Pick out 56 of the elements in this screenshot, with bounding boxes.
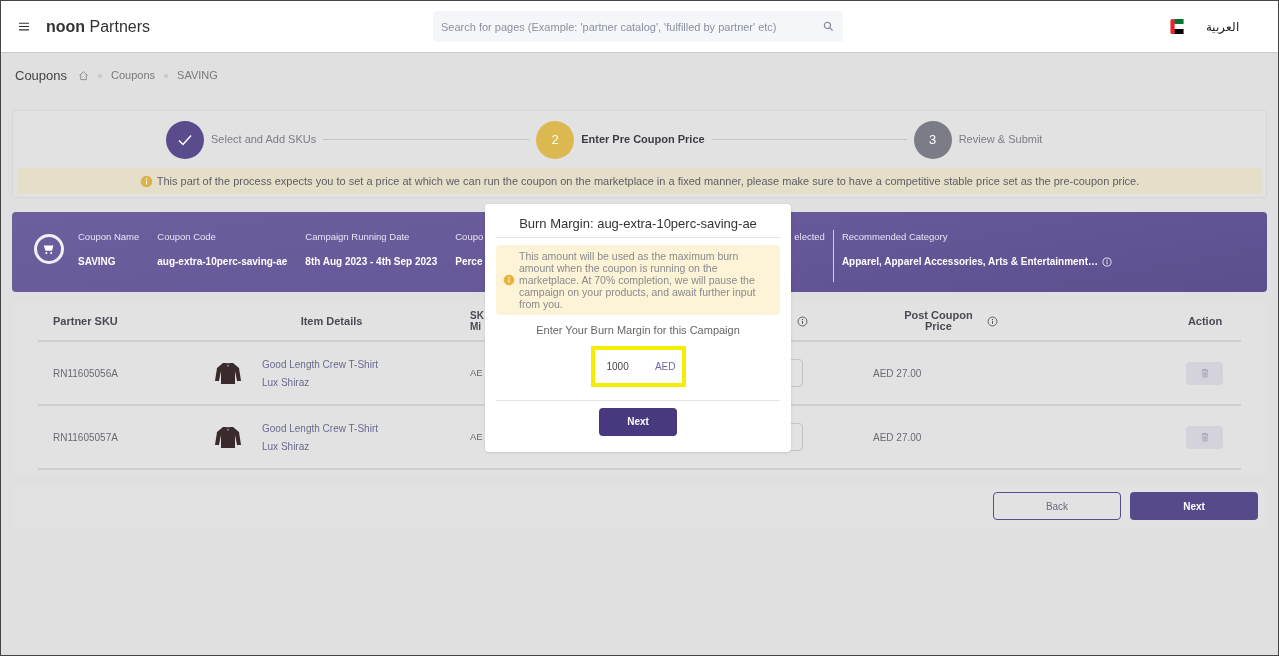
- sku-cell-text: RN11605056A: [52, 366, 119, 381]
- product-name[interactable]: Good Length Crew T-Shirt: [262, 356, 378, 372]
- dialog-next-button[interactable]: Next: [599, 407, 677, 436]
- product-name[interactable]: Good Length Crew T-Shirt: [262, 420, 378, 436]
- field-label: Coupo: [455, 230, 485, 244]
- delete-button[interactable]: [1186, 361, 1223, 385]
- field-label: Recommended Category: [841, 230, 949, 244]
- info-icon: [139, 174, 153, 188]
- burn-margin-label: Enter Your Burn Margin for this Campaign: [535, 323, 741, 338]
- next-button[interactable]: Next: [1130, 492, 1258, 520]
- delete-button[interactable]: [1186, 425, 1223, 449]
- post-price-cell-text: AED 27.00: [872, 430, 923, 445]
- notice-text: This part of the process expects you to set a price at which we can run the coupon on the marketplace in a fixed manner, please make sure to have a competitive stable price set as the pre-coupon price.: [156, 173, 1140, 189]
- column-header: SK Mi: [470, 310, 484, 332]
- info-icon: [986, 315, 998, 327]
- brand-name: Lux Shiraz: [262, 375, 311, 390]
- currency-suffix: AED: [654, 359, 676, 374]
- column-header: Post Coupon Price: [903, 310, 974, 332]
- field-label: Coupon Code: [157, 230, 217, 244]
- field-value: Perce: [455, 255, 483, 270]
- back-button[interactable]: Back: [993, 492, 1121, 520]
- field-value: Apparel, Apparel Accessories, Arts & Entertainment…: [841, 255, 1099, 270]
- cart-icon: [34, 234, 64, 264]
- search-field[interactable]: Search for pages (Example: 'partner catalog', 'fulfilled by partner' etc): [433, 11, 843, 42]
- trash-icon: [1200, 432, 1209, 442]
- table-cell-text: AE: [470, 429, 484, 444]
- language-link[interactable]: العربية: [1206, 17, 1239, 36]
- column-header: Action: [1186, 313, 1224, 329]
- column-header: Partner SKU: [52, 313, 119, 329]
- step-label: Select and Add SKUs: [211, 132, 317, 148]
- logo[interactable]: noon Partners: [46, 14, 150, 39]
- table-cell-text: AE: [470, 365, 484, 380]
- home-icon[interactable]: [78, 70, 90, 81]
- page-title: Coupons: [15, 66, 68, 85]
- search-icon[interactable]: [823, 21, 834, 32]
- breadcrumb-separator: [164, 73, 169, 78]
- breadcrumb-item: SAVING: [177, 68, 218, 84]
- info-icon: [796, 315, 808, 327]
- step-label: Review & Submit: [958, 132, 1043, 148]
- sku-cell-text: RN11605057A: [52, 430, 119, 445]
- menu-icon[interactable]: [19, 22, 29, 31]
- brand-name: Lux Shiraz: [262, 439, 311, 454]
- trash-icon: [1200, 368, 1209, 378]
- field-label: elected: [794, 230, 825, 244]
- field-value: SAVING: [78, 255, 116, 270]
- dialog-title: Burn Margin: aug-extra-10perc-saving-ae: [496, 214, 780, 238]
- field-label: Coupon Name: [78, 230, 140, 244]
- flag-icon[interactable]: [1170, 19, 1184, 34]
- field-label: Campaign Running Date: [305, 230, 411, 244]
- post-price-cell-text: AED 27.00: [872, 366, 923, 381]
- step-label: Enter Pre Coupon Price: [581, 132, 705, 148]
- field-value: aug-extra-10perc-saving-ae: [157, 255, 288, 270]
- breadcrumb-separator: [98, 73, 103, 78]
- dialog-notice-text: This amount will be used as the maximum burn amount when the coupon is running on the marketplace. At 70% completion, we will pause the campaign on your products, and await further input from you.: [519, 250, 757, 310]
- info-icon: [503, 274, 515, 286]
- field-value: 8th Aug 2023 - 4th Sep 2023: [305, 255, 438, 270]
